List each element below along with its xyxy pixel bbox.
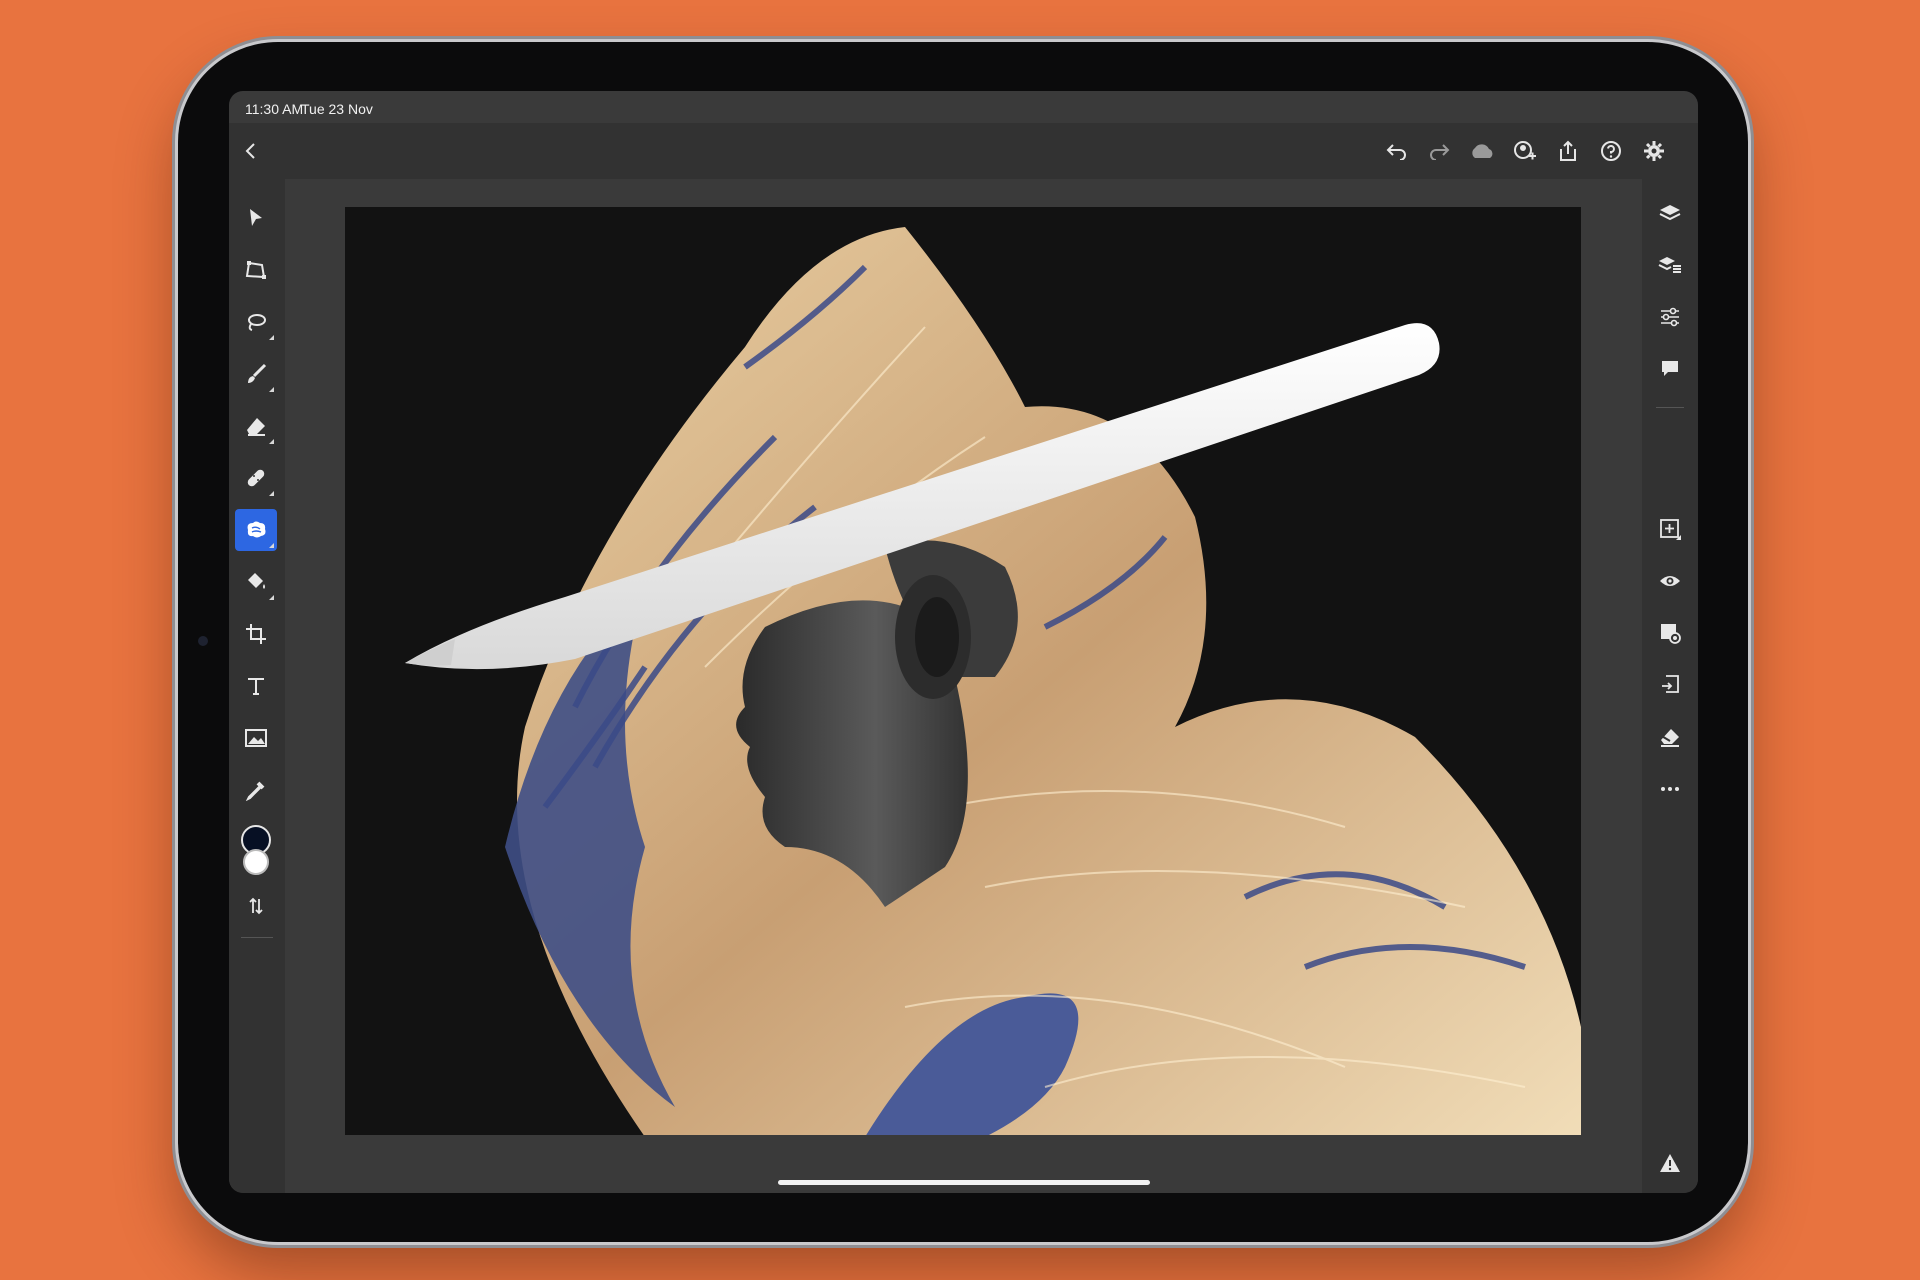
select-tool-icon[interactable] [235, 197, 277, 239]
more-options-icon[interactable] [1650, 769, 1690, 809]
fill-bucket-tool-icon[interactable] [235, 561, 277, 603]
comments-icon[interactable] [1650, 349, 1690, 389]
canvas-artwork [345, 207, 1581, 1135]
type-tool-icon[interactable] [235, 665, 277, 707]
layer-mask-icon[interactable] [1650, 613, 1690, 653]
background-color-swatch[interactable] [243, 849, 269, 875]
document-canvas[interactable] [345, 207, 1581, 1135]
cloud-icon[interactable] [1468, 137, 1496, 165]
top-toolbar [229, 123, 1698, 179]
ipad-frame: 11:30 AM Tue 23 Nov [178, 42, 1748, 1242]
right-toolbar [1642, 179, 1698, 1193]
invite-user-icon[interactable] [1511, 137, 1539, 165]
visibility-eye-icon[interactable] [1650, 561, 1690, 601]
status-date: Tue 23 Nov [301, 101, 373, 117]
brush-tool-icon[interactable] [235, 353, 277, 395]
place-image-tool-icon[interactable] [235, 717, 277, 759]
swap-colors-icon[interactable] [235, 885, 277, 927]
lasso-tool-icon[interactable] [235, 301, 277, 343]
healing-tool-icon[interactable] [235, 457, 277, 499]
eyedropper-tool-icon[interactable] [235, 769, 277, 811]
status-time: 11:30 AM [245, 101, 304, 117]
redo-icon[interactable] [1425, 137, 1453, 165]
quick-select-tool-icon[interactable] [235, 509, 277, 551]
back-chevron-icon[interactable] [237, 137, 265, 165]
right-toolbar-divider [1656, 407, 1684, 408]
status-bar: 11:30 AM Tue 23 Nov [229, 91, 1698, 123]
add-layer-icon[interactable] [1650, 509, 1690, 549]
share-icon[interactable] [1554, 137, 1582, 165]
import-icon[interactable] [1650, 665, 1690, 705]
transform-tool-icon[interactable] [235, 249, 277, 291]
mask-eraser-icon[interactable] [1650, 717, 1690, 757]
left-toolbar [229, 179, 285, 1193]
settings-gear-icon[interactable] [1640, 137, 1668, 165]
toolbar-divider [241, 937, 273, 938]
undo-icon[interactable] [1383, 137, 1411, 165]
layers-icon[interactable] [1650, 193, 1690, 233]
layer-properties-icon[interactable] [1650, 245, 1690, 285]
home-indicator[interactable] [778, 1180, 1150, 1185]
adjustments-sliders-icon[interactable] [1650, 297, 1690, 337]
front-camera [198, 636, 208, 646]
app-screen: 11:30 AM Tue 23 Nov [229, 91, 1698, 1193]
eraser-tool-icon[interactable] [235, 405, 277, 447]
help-icon[interactable] [1597, 137, 1625, 165]
warning-icon[interactable] [1650, 1143, 1690, 1183]
crop-tool-icon[interactable] [235, 613, 277, 655]
